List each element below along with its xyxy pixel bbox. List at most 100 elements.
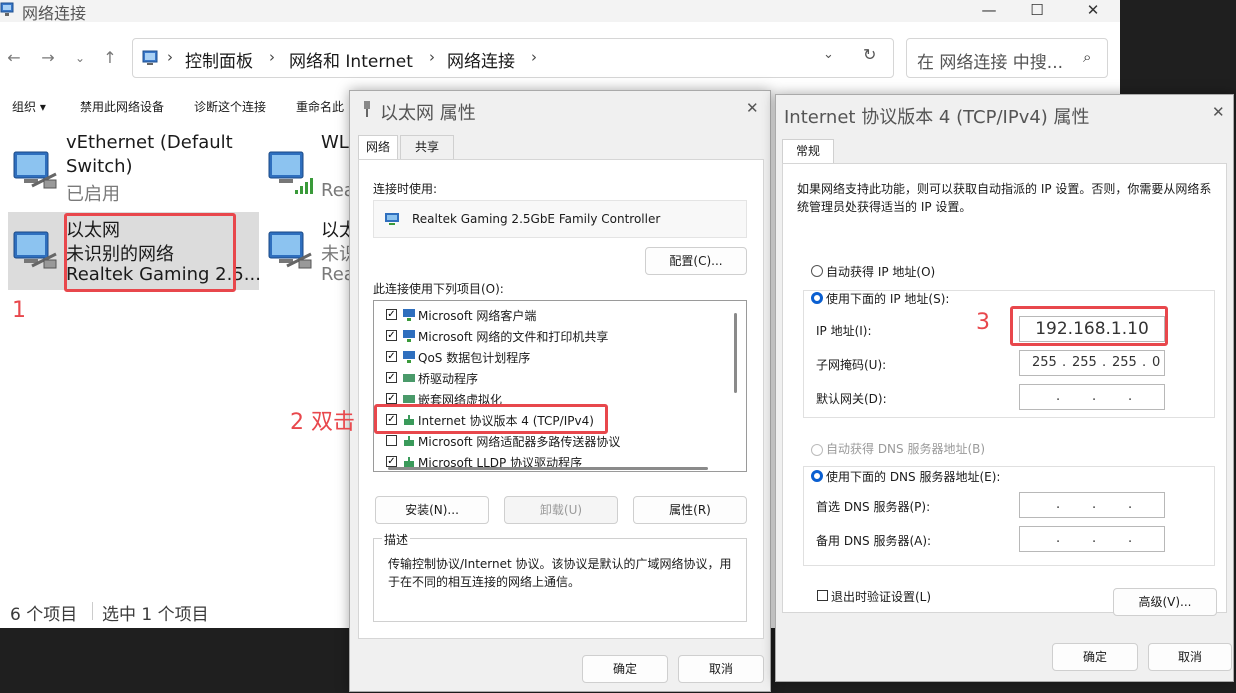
alternate-dns-label: 备用 DNS 服务器(A):: [816, 534, 932, 548]
breadcrumb-network-internet[interactable]: 网络和 Internet: [289, 47, 413, 72]
cancel-button[interactable]: 取消: [678, 655, 764, 683]
close-icon[interactable]: ✕: [746, 99, 759, 117]
uninstall-button[interactable]: 卸载(U): [504, 496, 618, 524]
annotation-step-1: 1: [12, 298, 26, 323]
annotation-highlight-1: [64, 213, 236, 292]
horizontal-scrollbar[interactable]: [388, 467, 708, 470]
organize-menu[interactable]: 组织 ▾: [12, 98, 46, 115]
install-button[interactable]: 安装(N)...: [375, 496, 489, 524]
network-item-ethernet-2[interactable]: 以太 未识 Rea: [255, 212, 357, 290]
list-item-label: Microsoft 网络适配器多路传送器协议: [418, 435, 621, 449]
checkbox[interactable]: ✓: [386, 393, 397, 404]
validate-label: 退出时验证设置(L): [831, 590, 932, 604]
breadcrumb-network-connections[interactable]: 网络连接: [447, 47, 515, 72]
cancel-button[interactable]: 取消: [1148, 643, 1232, 671]
properties-button[interactable]: 属性(R): [633, 496, 747, 524]
title-bar: 网络连接 — ☐ ✕: [0, 0, 1120, 23]
checkbox[interactable]: ✓: [386, 330, 397, 341]
manual-dns-radio[interactable]: [811, 470, 823, 482]
checkbox[interactable]: ✓: [386, 351, 397, 362]
advanced-button[interactable]: 高级(V)...: [1113, 588, 1217, 616]
rename-command[interactable]: 重命名此: [296, 98, 344, 115]
ethernet-properties-dialog: 以太网 属性 ✕ 网络 共享 连接时使用: Realtek Gaming 2.5…: [349, 90, 771, 692]
items-label: 此连接使用下列项目(O):: [373, 282, 504, 296]
file-sharing-icon: [403, 330, 415, 342]
validate-checkbox[interactable]: [817, 590, 828, 601]
control-panel-icon: [142, 50, 158, 65]
search-box[interactable]: 在 网络连接 中搜... ⌕: [906, 38, 1108, 78]
window-title: 网络连接: [22, 4, 87, 23]
gateway-field[interactable]: ...: [1019, 384, 1165, 410]
mask-octet-4: 0: [1152, 355, 1161, 370]
back-arrow-icon[interactable]: ←: [4, 46, 24, 70]
adapter-icon: [385, 213, 399, 225]
dialog-title: Internet 协议版本 4 (TCP/IPv4) 属性: [784, 107, 1090, 128]
maximize-icon[interactable]: ☐: [1014, 0, 1060, 22]
description-label: 描述: [382, 531, 411, 548]
tab-general[interactable]: 常规: [782, 139, 834, 163]
breadcrumb-control-panel[interactable]: 控制面板: [185, 47, 253, 72]
list-item[interactable]: ✓ Microsoft 网络的文件和打印机共享: [382, 326, 742, 347]
up-arrow-icon[interactable]: ↑: [100, 46, 120, 70]
list-item-label: Microsoft 网络的文件和打印机共享: [418, 330, 609, 344]
checkbox[interactable]: ✓: [386, 309, 397, 320]
annotation-highlight-3: [1010, 306, 1168, 346]
list-item[interactable]: ✓ Microsoft 网络客户端: [382, 305, 742, 326]
disable-device-command[interactable]: 禁用此网络设备: [80, 98, 164, 115]
checkbox[interactable]: [386, 435, 397, 446]
network-item-vethernet[interactable]: vEthernet (Default Switch) 已启用: [0, 132, 250, 210]
subnet-mask-label: 子网掩码(U):: [816, 358, 887, 372]
description-group: 描述 传输控制协议/Internet 协议。该协议是默认的广域网络协议，用于在不…: [373, 531, 747, 622]
forward-arrow-icon[interactable]: →: [38, 46, 58, 70]
manual-ip-label: 使用下面的 IP 地址(S):: [826, 292, 950, 306]
subnet-mask-field[interactable]: 255 . 255 . 255 . 0: [1019, 350, 1165, 376]
network-item-wlan[interactable]: WL Rea: [255, 132, 355, 210]
navigation-bar: ← → ⌄ ↑ › 控制面板 › 网络和 Internet › 网络连接 › ⌄…: [0, 30, 1120, 86]
alternate-dns-field[interactable]: ...: [1019, 526, 1165, 552]
refresh-icon[interactable]: ↻: [863, 45, 876, 64]
manual-ip-radio[interactable]: [811, 292, 823, 304]
auto-dns-radio[interactable]: [811, 444, 823, 456]
checkbox[interactable]: ✓: [386, 372, 397, 383]
ok-button[interactable]: 确定: [582, 655, 668, 683]
gateway-label: 默认网关(D):: [816, 392, 887, 406]
address-dropdown-icon[interactable]: ⌄: [823, 47, 834, 62]
list-item[interactable]: Microsoft 网络适配器多路传送器协议: [382, 431, 742, 452]
configure-button[interactable]: 配置(C)...: [645, 247, 747, 275]
mask-octet-3: 255: [1112, 355, 1137, 370]
qos-icon: [403, 351, 415, 363]
search-placeholder: 在 网络连接 中搜...: [917, 53, 1064, 73]
list-item[interactable]: ✓ QoS 数据包计划程序: [382, 347, 742, 368]
annotation-step-2: 2 双击: [290, 410, 355, 435]
tab-network[interactable]: 网络: [358, 135, 398, 159]
auto-ip-radio[interactable]: [811, 265, 823, 277]
breadcrumb-separator-icon: ›: [167, 48, 173, 66]
status-bar: 6 个项目 选中 1 个项目: [0, 596, 340, 626]
mask-octet-2: 255: [1072, 355, 1097, 370]
mask-octet-1: 255: [1032, 355, 1057, 370]
preferred-dns-field[interactable]: ...: [1019, 492, 1165, 518]
item-status: 已启用: [66, 184, 120, 205]
list-item[interactable]: ✓ 桥驱动程序: [382, 368, 742, 389]
minimize-icon[interactable]: —: [966, 0, 1012, 22]
auto-dns-label: 自动获得 DNS 服务器地址(B): [826, 442, 986, 456]
item-count: 6 个项目: [10, 605, 78, 625]
components-list[interactable]: ✓ Microsoft 网络客户端 ✓ Microsoft 网络的文件和打印机共…: [373, 300, 747, 472]
preferred-dns-label: 首选 DNS 服务器(P):: [816, 500, 931, 514]
ethernet-adapter-icon: [268, 231, 312, 269]
adapter-name: Realtek Gaming 2.5GbE Family Controller: [412, 212, 661, 226]
item-name-line2: Switch): [66, 156, 133, 177]
search-icon[interactable]: ⌕: [1083, 48, 1091, 66]
recent-chevron-icon[interactable]: ⌄: [70, 46, 90, 70]
tab-sharing[interactable]: 共享: [400, 135, 454, 159]
vertical-scrollbar[interactable]: [734, 313, 737, 393]
diagnose-connection-command[interactable]: 诊断这个连接: [194, 98, 266, 115]
network-adapter-icon: [13, 151, 57, 189]
close-icon[interactable]: ✕: [1070, 0, 1116, 22]
close-icon[interactable]: ✕: [1212, 103, 1225, 121]
ok-button[interactable]: 确定: [1052, 643, 1138, 671]
address-bar[interactable]: › 控制面板 › 网络和 Internet › 网络连接 › ⌄ ↻: [132, 38, 894, 78]
checkbox[interactable]: ✓: [386, 456, 397, 467]
ethernet-adapter-icon: [13, 231, 57, 269]
description-text: 传输控制协议/Internet 协议。该协议是默认的广域网络协议，用于在不同的相…: [388, 557, 732, 589]
